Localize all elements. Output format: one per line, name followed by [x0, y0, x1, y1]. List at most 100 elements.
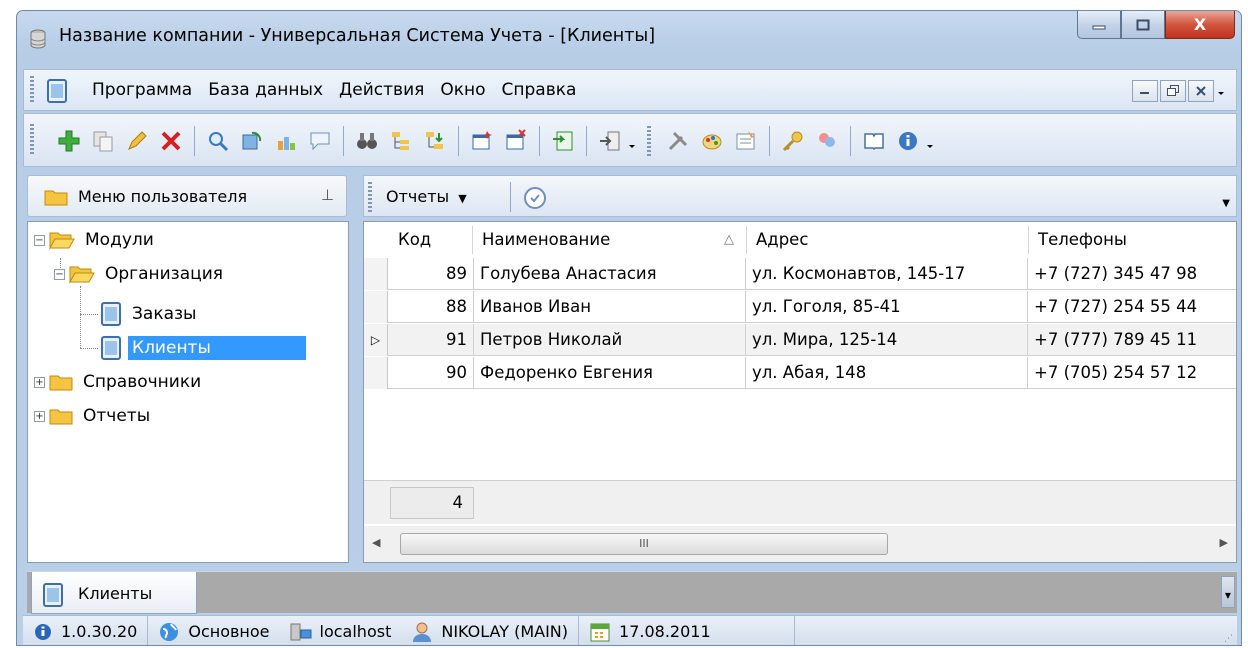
mdi-close-button[interactable] — [1188, 80, 1214, 102]
resize-grip-icon[interactable]: ⋰ — [1224, 634, 1233, 644]
minimize-button[interactable] — [1077, 11, 1121, 39]
maximize-button[interactable] — [1121, 11, 1165, 39]
folder-icon — [49, 409, 73, 425]
folder-open-icon — [69, 266, 95, 284]
menu-window[interactable]: Окно — [432, 80, 493, 100]
cell-address[interactable]: ул. Абая, 148 — [746, 357, 1028, 389]
chevron-down-icon[interactable] — [1216, 86, 1226, 96]
add-button[interactable] — [52, 126, 86, 156]
tree-item-reports[interactable]: + Отчеты — [34, 401, 154, 431]
cell-address[interactable]: ул. Космонавтов, 145-17 — [746, 258, 1028, 290]
table-row[interactable]: 90 Федоренко Евгения ул. Абая, 148 +7 (7… — [364, 357, 1236, 389]
toolbar-separator — [343, 126, 344, 156]
pin-icon[interactable]: ⊥ — [321, 186, 334, 204]
cell-phone[interactable]: +7 (777) 789 45 11 — [1028, 324, 1236, 356]
tree-item-orders[interactable]: Заказы — [100, 299, 200, 329]
exit-button[interactable] — [593, 126, 627, 156]
users-button[interactable] — [810, 126, 844, 156]
close-window-button[interactable] — [499, 126, 533, 156]
cell-name[interactable]: Голубева Анастасия — [474, 258, 746, 290]
binoculars-button[interactable] — [350, 126, 384, 156]
cell-name[interactable]: Федоренко Евгения — [474, 357, 746, 389]
row-indicator[interactable] — [364, 258, 388, 290]
tree-expand-button[interactable] — [384, 126, 418, 156]
cell-address[interactable]: ул. Гоголя, 85-41 — [746, 291, 1028, 323]
tree-item-references[interactable]: + Справочники — [34, 367, 205, 397]
toolbar-grip[interactable] — [368, 182, 372, 212]
cell-phone[interactable]: +7 (727) 254 55 44 — [1028, 291, 1236, 323]
mdi-restore-button[interactable] — [1160, 80, 1186, 102]
info-icon — [899, 132, 917, 150]
collapse-icon[interactable]: − — [54, 268, 65, 280]
reports-dropdown[interactable]: Отчеты ▼ — [386, 187, 467, 206]
expand-icon[interactable]: + — [34, 410, 45, 422]
close-button[interactable]: X — [1165, 11, 1235, 39]
collapse-icon[interactable]: − — [34, 234, 45, 246]
scroll-left-icon[interactable]: ◀ — [372, 536, 380, 549]
info-button[interactable] — [891, 126, 925, 156]
table-row[interactable]: 89 Голубева Анастасия ул. Космонавтов, 1… — [364, 258, 1236, 290]
column-header-name[interactable]: Наименование △ — [474, 222, 744, 258]
horizontal-scrollbar[interactable]: ◀ III ▶ — [364, 526, 1236, 562]
expand-icon[interactable]: + — [34, 376, 45, 388]
menu-program[interactable]: Программа — [84, 80, 200, 100]
toolbar-grip[interactable] — [30, 124, 34, 156]
cell-name[interactable]: Петров Николай — [474, 324, 746, 356]
import-button[interactable] — [269, 126, 303, 156]
tree-item-organization[interactable]: − Организация — [54, 259, 227, 289]
scrollbar-thumb[interactable]: III — [400, 533, 888, 555]
reports-label: Отчеты — [386, 187, 450, 206]
tab-scroll-button[interactable]: ▼ — [1221, 576, 1235, 608]
chevron-down-icon[interactable] — [627, 129, 637, 153]
menu-grip[interactable] — [30, 76, 34, 104]
tab-clients[interactable]: Клиенты — [31, 572, 197, 614]
column-header-phones[interactable]: Телефоны — [1030, 222, 1236, 258]
edit-button[interactable] — [120, 126, 154, 156]
tools-button[interactable] — [661, 126, 695, 156]
scroll-right-icon[interactable]: ▶ — [1220, 536, 1228, 549]
user-menu-panel-header: Меню пользователя ⊥ — [27, 175, 347, 217]
tree-item-modules[interactable]: − Модули — [34, 225, 158, 255]
column-header-code[interactable]: Код — [390, 222, 470, 258]
title-bar[interactable]: Название компании - Универсальная Систем… — [17, 11, 1241, 67]
search-button[interactable] — [201, 126, 235, 156]
row-indicator[interactable] — [364, 291, 388, 323]
delete-button[interactable] — [154, 126, 188, 156]
toolbar-grip[interactable] — [647, 126, 651, 156]
table-row-current[interactable]: ▷ 91 Петров Николай ул. Мира, 125-14 +7 … — [364, 324, 1236, 356]
export-excel-button[interactable] — [546, 126, 580, 156]
book-button[interactable] — [857, 126, 891, 156]
main-toolbar — [23, 113, 1237, 167]
chevron-down-icon[interactable]: ▼ — [1222, 198, 1230, 209]
chevron-down-icon[interactable] — [925, 129, 935, 153]
properties-button[interactable] — [729, 126, 763, 156]
cell-code[interactable]: 88 — [388, 291, 474, 323]
table-row[interactable]: 88 Иванов Иван ул. Гоголя, 85-41 +7 (727… — [364, 291, 1236, 323]
toolbar-separator — [769, 126, 770, 156]
clock-icon[interactable] — [522, 185, 548, 211]
row-indicator[interactable] — [364, 357, 388, 389]
column-header-address[interactable]: Адрес — [748, 222, 1026, 258]
key-button[interactable] — [776, 126, 810, 156]
tree-collapse-button[interactable] — [418, 126, 452, 156]
tree-item-clients[interactable]: Клиенты — [100, 333, 306, 363]
cell-phone[interactable]: +7 (705) 254 57 12 — [1028, 357, 1236, 389]
cell-code[interactable]: 91 — [388, 324, 474, 356]
refresh-button[interactable] — [235, 126, 269, 156]
cell-phone[interactable]: +7 (727) 345 47 98 — [1028, 258, 1236, 290]
mdi-minimize-button[interactable] — [1132, 80, 1158, 102]
copy-button[interactable] — [86, 126, 120, 156]
cell-code[interactable]: 90 — [388, 357, 474, 389]
menu-actions[interactable]: Действия — [331, 80, 432, 100]
user-name: NIKOLAY (MAIN) — [441, 622, 569, 641]
comment-button[interactable] — [303, 126, 337, 156]
cell-name[interactable]: Иванов Иван — [474, 291, 746, 323]
menu-database[interactable]: База данных — [200, 80, 331, 100]
current-row-icon[interactable]: ▷ — [364, 324, 388, 356]
menu-help[interactable]: Справка — [494, 80, 585, 100]
cell-address[interactable]: ул. Мира, 125-14 — [746, 324, 1028, 356]
palette-button[interactable] — [695, 126, 729, 156]
record-count: 4 — [390, 487, 474, 519]
cell-code[interactable]: 89 — [388, 258, 474, 290]
new-window-button[interactable] — [465, 126, 499, 156]
